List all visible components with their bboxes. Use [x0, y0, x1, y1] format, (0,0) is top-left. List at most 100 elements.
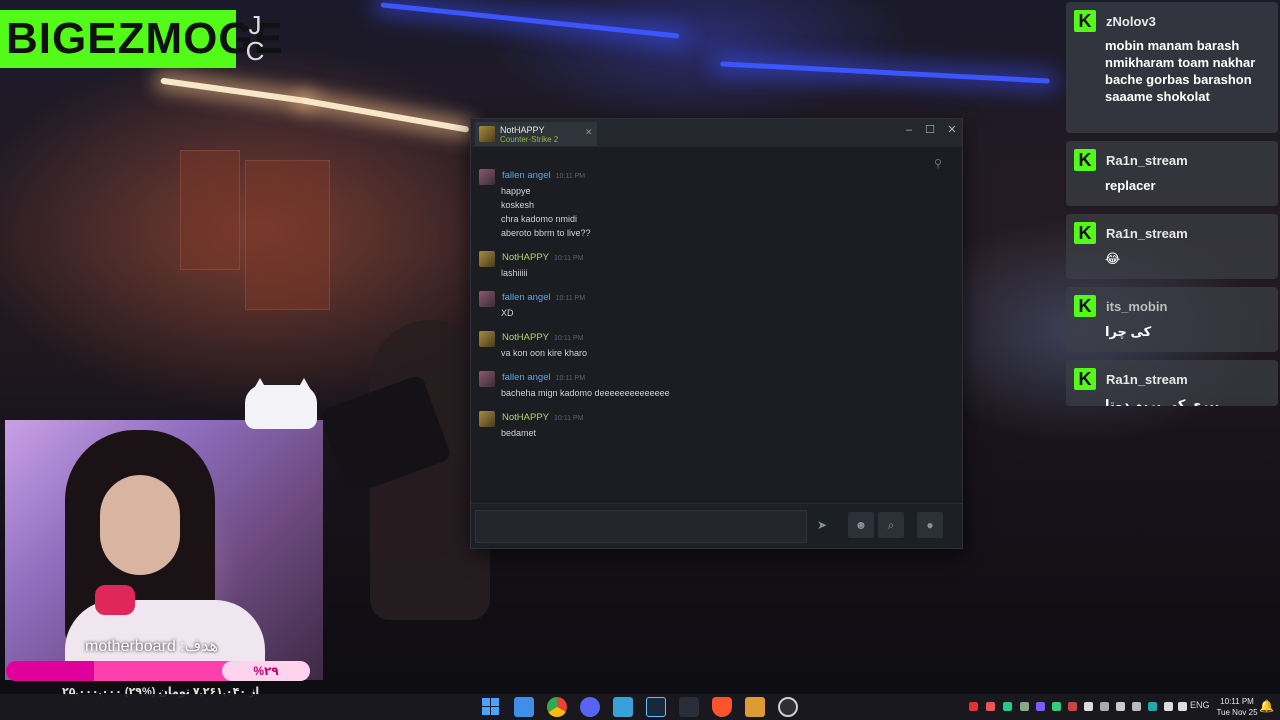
kick-message-text: بیری کی بریم دوتا — [1105, 397, 1220, 406]
brand-tag-letter: J — [248, 10, 262, 40]
chat-message-input[interactable] — [475, 510, 807, 543]
message-time: 10:11 PM — [555, 173, 586, 180]
tray-app-icon[interactable] — [969, 702, 978, 711]
message-line: koskesh — [501, 200, 535, 210]
add-friend-icon[interactable]: ⚲ — [934, 157, 948, 171]
ceiling-light — [300, 97, 470, 133]
kick-chat-message: K Ra1n_stream replacer — [1066, 141, 1278, 206]
windows-taskbar: ENG 10:11 PM Tue Nov 25 🔔 — [0, 694, 1280, 720]
chrome-icon[interactable] — [547, 697, 567, 717]
microphone-icon[interactable] — [1116, 702, 1125, 711]
message-author[interactable]: NotHAPPY 10:11 PM — [502, 252, 583, 263]
language-indicator[interactable]: ENG — [1190, 700, 1210, 710]
brand-tag-letter: C — [245, 36, 265, 66]
clock-date: Tue Nov 25 — [1216, 708, 1258, 717]
kick-logo-icon: K — [1074, 149, 1096, 171]
tray-app-icon[interactable] — [1100, 702, 1109, 711]
led-strip — [380, 2, 680, 39]
close-window-icon[interactable]: ✕ — [945, 123, 959, 137]
brand-tag: J C — [240, 12, 270, 64]
volume-icon[interactable] — [1178, 702, 1187, 711]
author-avatar[interactable] — [479, 291, 495, 307]
attach-icon[interactable]: ⌕ — [878, 512, 904, 538]
voice-icon[interactable]: ● — [917, 512, 943, 538]
goal-percent: %۲۹ — [222, 661, 310, 681]
kick-username: Ra1n_stream — [1106, 153, 1188, 168]
message-time: 10:11 PM — [555, 375, 586, 382]
emoticon-icon[interactable]: ☻ — [848, 512, 874, 538]
kick-chat-message: K Ra1n_stream 😂 — [1066, 214, 1278, 279]
chat-input-bar: ➤ ☻ ⌕ ● — [471, 503, 962, 548]
message-line: va kon oon kire kharo — [501, 348, 588, 358]
obs-icon[interactable] — [778, 697, 798, 717]
author-avatar[interactable] — [479, 169, 495, 185]
vscode-icon[interactable] — [679, 697, 699, 717]
author-avatar[interactable] — [479, 411, 495, 427]
kick-username: zNolov3 — [1106, 14, 1156, 29]
friend-avatar — [479, 126, 495, 142]
notification-bell-icon[interactable]: 🔔 — [1259, 699, 1274, 713]
steam-icon[interactable] — [646, 697, 666, 717]
minimize-icon[interactable]: – — [902, 123, 916, 137]
discord-icon[interactable] — [580, 697, 600, 717]
start-icon[interactable] — [481, 697, 501, 717]
goal-label: motherboard :هدف — [85, 638, 219, 655]
kick-username: its_mobin — [1106, 299, 1168, 314]
kick-message-text: 😂 — [1105, 251, 1121, 266]
chat-messages: ⚲ fallen angel 10:11 PM happye koskesh ch… — [471, 147, 962, 505]
kick-message-text: کی چرا — [1105, 324, 1152, 339]
kick-message-text: mobin manam barash nmikharam toam nakhar… — [1105, 38, 1256, 104]
clock[interactable]: 10:11 PM Tue Nov 25 — [1216, 696, 1258, 718]
message-line: bacheha mign kadomo deeeeeeeeeeeeee — [501, 388, 670, 398]
cs-icon[interactable] — [745, 697, 765, 717]
kick-chat-message: K Ra1n_stream بیری کی بریم دوتا — [1066, 360, 1278, 406]
chat-titlebar[interactable]: NotHAPPY Counter-Strike 2 ✕ – ☐ ✕ — [471, 119, 962, 147]
tray-app-icon[interactable] — [1068, 702, 1077, 711]
kick-chat-message: K its_mobin کی چرا — [1066, 287, 1278, 352]
stream-scene: BIGEZMOGE J C NotHAPPY Counter-Strike 2 … — [0, 0, 1280, 720]
tray-app-icon[interactable] — [1020, 702, 1029, 711]
kick-username: Ra1n_stream — [1106, 226, 1188, 241]
message-author[interactable]: fallen angel 10:11 PM — [502, 292, 585, 303]
message-line: XD — [501, 308, 514, 318]
author-avatar[interactable] — [479, 331, 495, 347]
message-line: chra kadomo nmidi — [501, 214, 578, 224]
tray-app-icon[interactable] — [1036, 702, 1045, 711]
steam-chat-window[interactable]: NotHAPPY Counter-Strike 2 ✕ – ☐ ✕ ⚲ fall… — [470, 118, 963, 549]
message-author[interactable]: NotHAPPY 10:11 PM — [502, 412, 583, 423]
message-line: happye — [501, 186, 531, 196]
author-avatar[interactable] — [479, 371, 495, 387]
chat-tab-nothappy[interactable]: NotHAPPY Counter-Strike 2 ✕ — [475, 122, 597, 146]
maximize-icon[interactable]: ☐ — [923, 123, 937, 137]
tab-friend-name: NotHAPPY — [500, 125, 545, 135]
wall-panel — [245, 160, 330, 310]
network-icon[interactable] — [1164, 702, 1173, 711]
tray-app-icon[interactable] — [1132, 702, 1141, 711]
message-author[interactable]: NotHAPPY 10:11 PM — [502, 332, 583, 343]
tray-app-icon[interactable] — [1084, 702, 1093, 711]
message-time: 10:11 PM — [554, 415, 584, 422]
wall-panel — [180, 150, 240, 270]
tray-app-icon[interactable] — [1003, 702, 1012, 711]
ceiling-light — [160, 77, 310, 105]
send-icon[interactable]: ➤ — [809, 512, 835, 538]
kick-username: Ra1n_stream — [1106, 372, 1188, 387]
tab-game-name: Counter-Strike 2 — [500, 135, 559, 144]
author-avatar[interactable] — [479, 251, 495, 267]
tray-app-icon[interactable] — [1052, 702, 1061, 711]
tray-app-icon[interactable] — [1148, 702, 1157, 711]
message-line: lashiiiii — [501, 268, 528, 278]
kick-message-text: replacer — [1105, 178, 1156, 193]
message-author[interactable]: fallen angel 10:11 PM — [502, 170, 585, 181]
message-line: aberoto bbrm to live?? — [501, 228, 591, 238]
goal-progress-fill — [6, 661, 95, 681]
kick-logo-icon: K — [1074, 368, 1096, 390]
tray-app-icon[interactable] — [986, 702, 995, 711]
message-author[interactable]: fallen angel 10:11 PM — [502, 372, 585, 383]
cat-sticker-icon — [245, 385, 317, 429]
kick-logo-icon: K — [1074, 222, 1096, 244]
snipping-icon[interactable] — [613, 697, 633, 717]
brave-icon[interactable] — [712, 697, 732, 717]
close-tab-icon[interactable]: ✕ — [585, 127, 593, 138]
file-explorer-icon[interactable] — [514, 697, 534, 717]
